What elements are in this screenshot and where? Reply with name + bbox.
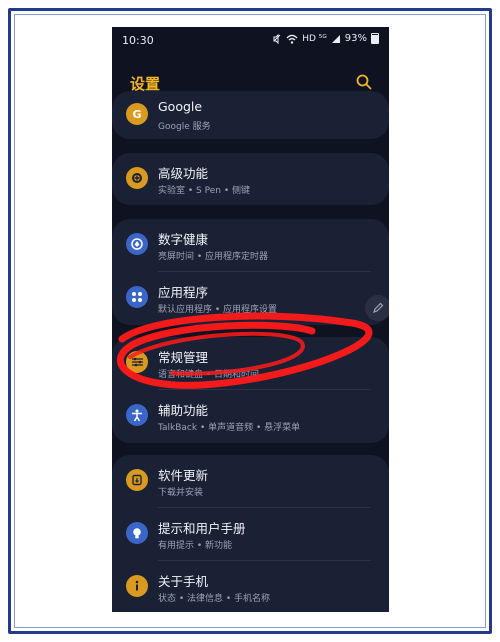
settings-item-tips[interactable]: 提示和用户手册 有用提示 • 新功能: [112, 508, 389, 560]
settings-item-about-phone[interactable]: 关于手机 状态 • 法律信息 • 手机名称: [112, 561, 389, 612]
settings-item-title: 辅助功能: [158, 403, 209, 418]
settings-group-wellbeing-apps: 数字健康 亮屏时间 • 应用程序定时器 应用程序 默认应用程序 • 应用程序设置: [112, 219, 389, 325]
settings-item-subtitle: 下载并安装: [158, 488, 204, 498]
settings-item-subtitle: 语言和键盘 • 日期和时间: [158, 370, 260, 380]
settings-item-title: 软件更新: [158, 468, 209, 483]
settings-group-support: 软件更新 下载并安装 提示和用户手册 有用提示 • 新功能 关于手机 状态 • …: [112, 455, 389, 612]
settings-item-google[interactable]: G Google Google 服务: [112, 97, 389, 149]
settings-item-title: 常规管理: [158, 350, 209, 365]
status-icons: HD ⁵ᴳ 93%: [272, 33, 379, 44]
settings-item-subtitle: 状态 • 法律信息 • 手机名称: [158, 594, 271, 604]
gear-plus-icon: [126, 167, 148, 189]
battery-percent: 93%: [344, 33, 367, 44]
mute-icon: [273, 33, 281, 44]
settings-item-accessibility[interactable]: 辅助功能 TalkBack • 单声道音频 • 悬浮菜单: [112, 390, 389, 442]
status-time: 10:30: [122, 34, 154, 47]
settings-item-title: 高级功能: [158, 166, 209, 181]
pencil-icon: [373, 302, 384, 313]
settings-item-title: 关于手机: [158, 574, 209, 589]
status-bar: 10:30 HD ⁵ᴳ 93%: [112, 27, 389, 55]
battery-icon: [371, 33, 379, 44]
settings-group-advanced: 高级功能 实验室 • S Pen • 侧键: [112, 153, 389, 205]
settings-item-software-update[interactable]: 软件更新 下载并安装: [112, 455, 389, 507]
settings-item-subtitle: 亮屏时间 • 应用程序定时器: [158, 252, 269, 262]
wellbeing-icon: [126, 233, 148, 255]
settings-group-general-accessibility: 常规管理 语言和键盘 • 日期和时间 辅助功能 TalkBack • 单声道音频…: [112, 337, 389, 443]
settings-item-digital-wellbeing[interactable]: 数字健康 亮屏时间 • 应用程序定时器: [112, 219, 389, 271]
settings-item-subtitle: 默认应用程序 • 应用程序设置: [158, 305, 278, 315]
sliders-icon: [126, 351, 148, 373]
search-icon[interactable]: [355, 73, 373, 91]
settings-item-title: Google: [158, 99, 203, 114]
google-icon: G: [126, 103, 148, 125]
settings-item-subtitle: 实验室 • S Pen • 侧键: [158, 186, 250, 196]
settings-item-apps[interactable]: 应用程序 默认应用程序 • 应用程序设置: [112, 272, 389, 324]
update-icon: [126, 469, 148, 491]
settings-item-subtitle: 有用提示 • 新功能: [158, 541, 233, 551]
edit-button[interactable]: [365, 295, 389, 321]
settings-item-title: 应用程序: [158, 285, 209, 300]
settings-item-general-management[interactable]: 常规管理 语言和键盘 • 日期和时间: [112, 337, 389, 389]
network-label: HD ⁵ᴳ: [302, 33, 327, 44]
accessibility-icon: [126, 404, 148, 426]
settings-item-title: 数字健康: [158, 232, 209, 247]
settings-item-advanced-features[interactable]: 高级功能 实验室 • S Pen • 侧键: [112, 153, 389, 205]
apps-icon: [126, 286, 148, 308]
phone-screen: 10:30 HD ⁵ᴳ 93% 设置 G Google Google 服务 高级…: [112, 27, 389, 612]
lightbulb-icon: [126, 522, 148, 544]
wifi-icon: [286, 34, 298, 44]
signal-icon: [331, 34, 340, 43]
settings-group-google: G Google Google 服务: [112, 91, 389, 139]
settings-item-title: 提示和用户手册: [158, 521, 246, 536]
info-icon: [126, 575, 148, 597]
settings-item-subtitle: TalkBack • 单声道音频 • 悬浮菜单: [158, 423, 301, 433]
settings-item-subtitle: Google 服务: [158, 122, 211, 132]
